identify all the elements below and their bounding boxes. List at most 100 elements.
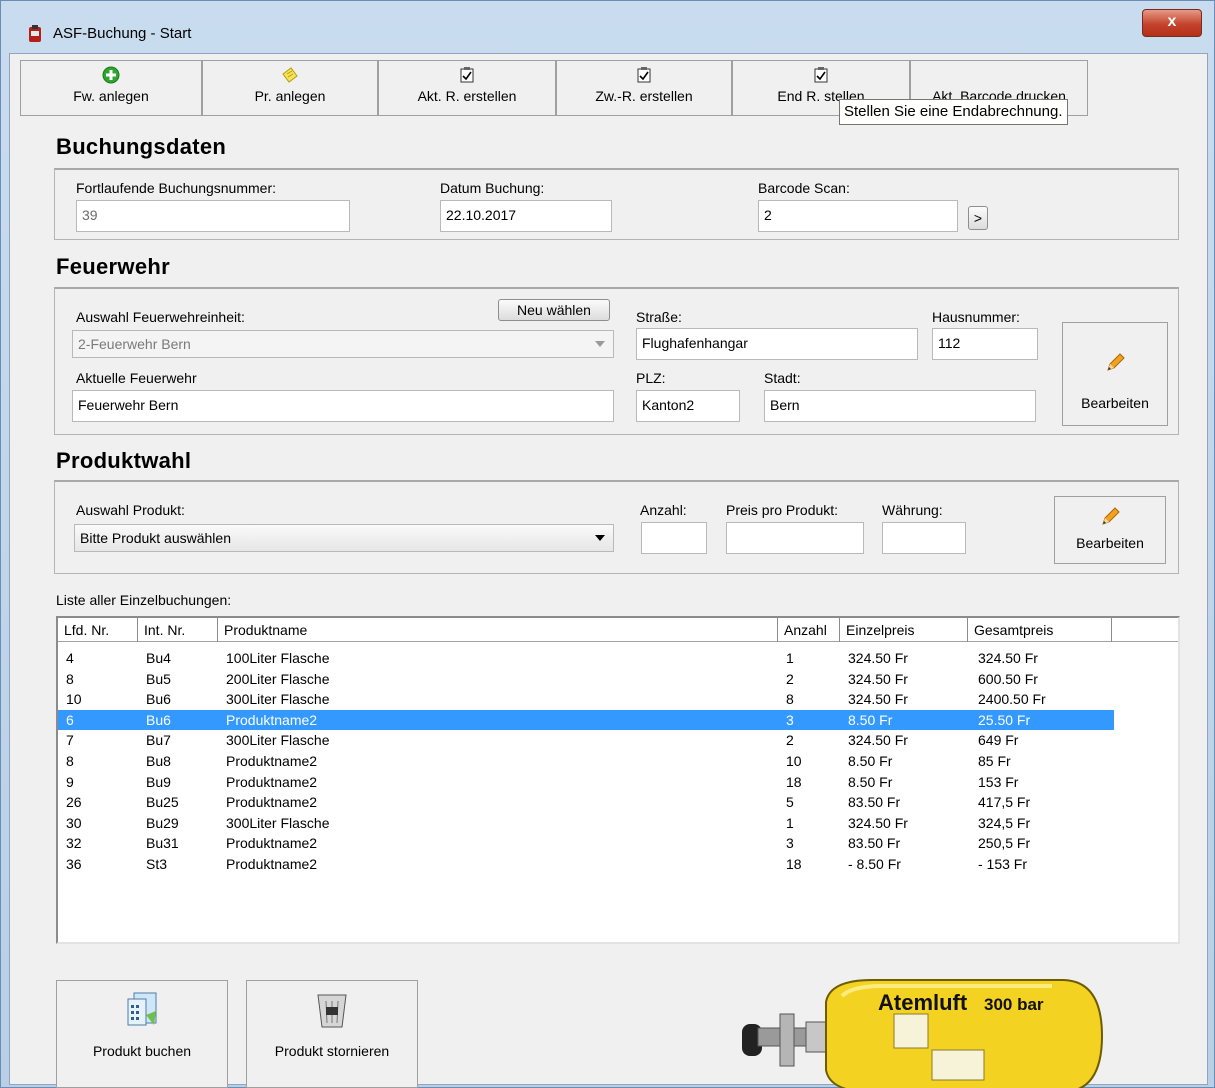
table-cell: 6 [66, 711, 74, 728]
table-cell: 26 [66, 794, 82, 811]
book-product-button[interactable]: Produkt buchen [56, 980, 228, 1088]
table-cell: Bu4 [146, 650, 171, 666]
client-area: Fw. anlegen Pr. anlegen Akt. R. erstelle… [9, 53, 1208, 1088]
table-cell: 300Liter Flasche [226, 814, 330, 831]
table-cell: 8 [66, 670, 74, 687]
cylinder-label: Atemluft [878, 990, 968, 1015]
column-header[interactable]: Anzahl [778, 618, 840, 642]
table-cell: 324.50 Fr [978, 650, 1038, 666]
column-header[interactable]: Einzelpreis [840, 618, 968, 642]
table-cell: - 8.50 Fr [848, 856, 901, 872]
cancel-product-button[interactable]: Produkt stornieren [246, 980, 418, 1088]
table-cell: Bu31 [146, 835, 179, 852]
currency-field[interactable] [882, 522, 966, 554]
reselect-fire-dept-button[interactable]: Neu wählen [498, 299, 610, 321]
booking-list[interactable]: Lfd. Nr. Int. Nr. Produktname Anzahl Ein… [56, 616, 1180, 944]
house-number-field[interactable]: 112 [932, 328, 1038, 360]
table-row[interactable]: 26 Bu25 Produktname2 5 83.50 Fr 417,5 Fr [58, 792, 1114, 813]
table-cell: 7 [66, 732, 74, 749]
section-heading-feuerwehr: Feuerwehr [56, 254, 170, 279]
tooltip: Stellen Sie eine Endabrechnung. [839, 99, 1068, 125]
barcode-scan-field[interactable]: 2 [758, 200, 958, 232]
close-icon: x [1167, 13, 1177, 30]
table-cell: 9 [66, 773, 74, 790]
table-row[interactable]: 36 St3 Produktname2 18 - 8.50 Fr - 153 Fr [58, 854, 1114, 875]
table-cell: 324.50 Fr [848, 650, 908, 666]
table-cell: Bu5 [146, 670, 171, 687]
create-current-invoice-button[interactable]: Akt. R. erstellen [378, 60, 556, 116]
column-header[interactable]: Lfd. Nr. [58, 618, 138, 642]
house-number-label: Hausnummer: [932, 309, 1020, 325]
table-cell: 250,5 Fr [978, 835, 1031, 852]
create-fire-dept-button[interactable]: Fw. anlegen [20, 60, 202, 116]
table-cell: 649 Fr [978, 732, 1019, 749]
quantity-label: Anzahl: [640, 502, 687, 518]
app-window: ASF-Buchung - Start x Fw. anlegen Pr. an… [0, 0, 1215, 1088]
table-row[interactable]: 9 Bu9 Produktname2 18 8.50 Fr 153 Fr [58, 772, 1114, 793]
window-title: ASF-Buchung - Start [53, 25, 192, 42]
column-header[interactable]: Gesamtpreis [968, 618, 1112, 642]
column-header[interactable]: Int. Nr. [138, 618, 218, 642]
column-header[interactable]: Produktname [218, 618, 778, 642]
table-row[interactable]: 7 Bu7 300Liter Flasche 2 324.50 Fr 649 Fr [58, 730, 1114, 751]
barcode-submit-button[interactable]: > [968, 206, 988, 230]
chevron-right-icon: > [973, 210, 983, 226]
table-cell: Bu8 [146, 753, 171, 769]
table-row[interactable]: 8 Bu8 Produktname2 10 8.50 Fr 85 Fr [58, 751, 1114, 772]
close-button[interactable]: x [1142, 9, 1202, 37]
current-fire-dept-field[interactable]: Feuerwehr Bern [72, 390, 614, 422]
table-cell: 300Liter Flasche [226, 691, 330, 708]
edit-fire-dept-button[interactable]: Bearbeiten [1062, 322, 1168, 426]
table-cell: 3 [786, 835, 794, 852]
table-cell: 100Liter Flasche [226, 650, 330, 666]
table-row[interactable]: 10 Bu6 300Liter Flasche 8 324.50 Fr 2400.50 F… [58, 689, 1114, 710]
quantity-field[interactable] [641, 522, 707, 554]
table-cell: Bu6 [146, 691, 171, 708]
table-cell: Produktname2 [226, 753, 318, 769]
price-label: Preis pro Produkt: [726, 502, 839, 518]
table-cell: Bu7 [146, 732, 171, 749]
edit-product-button[interactable]: Bearbeiten [1054, 496, 1166, 564]
booking-list-label: Liste aller Einzelbuchungen: [56, 592, 232, 608]
table-cell: Bu6 [146, 711, 171, 728]
fire-dept-unit-select[interactable]: 2-Feuerwehr Bern [72, 330, 614, 358]
table-cell: 417,5 Fr [978, 794, 1031, 811]
table-cell: Bu25 [146, 794, 179, 811]
booking-number-field[interactable]: 39 [76, 200, 350, 232]
booking-date-label: Datum Buchung: [440, 180, 545, 196]
table-cell: 2 [786, 670, 794, 687]
title-bar: ASF-Buchung - Start x [1, 1, 1214, 53]
table-cell: 25.50 Fr [978, 711, 1031, 728]
table-cell: 30 [66, 814, 82, 831]
table-cell: 10 [66, 691, 82, 708]
price-field[interactable] [726, 522, 864, 554]
create-product-button[interactable]: Pr. anlegen [202, 60, 378, 116]
city-field[interactable]: Bern [764, 390, 1036, 422]
plz-label: PLZ: [636, 370, 666, 386]
table-cell: Produktname2 [226, 856, 318, 872]
table-cell: 18 [786, 773, 802, 790]
table-row[interactable]: 4 Bu4 100Liter Flasche 1 324.50 Fr 324.50 Fr [58, 648, 1114, 669]
booking-date-field[interactable]: 22.10.2017 [440, 200, 612, 232]
checklist-icon [460, 67, 474, 83]
table-row[interactable]: 6 Bu6 Produktname2 3 8.50 Fr 25.50 Fr [58, 709, 1114, 731]
product-select[interactable]: Bitte Produkt auswählen [74, 524, 614, 552]
fire-dept-unit-label: Auswahl Feuerwehreinheit: [76, 309, 245, 325]
table-row[interactable]: 32 Bu31 Produktname2 3 83.50 Fr 250,5 Fr [58, 833, 1114, 854]
city-label: Stadt: [764, 370, 801, 386]
currency-label: Währung: [882, 502, 943, 518]
trash-icon [317, 994, 347, 1028]
create-interim-invoice-button[interactable]: Zw.-R. erstellen [556, 60, 732, 116]
table-cell: 2400.50 Fr [978, 691, 1046, 708]
checklist-icon [637, 67, 651, 83]
plz-field[interactable]: Kanton2 [636, 390, 740, 422]
street-field[interactable]: Flughafenhangar [636, 328, 918, 360]
pencil-icon [1107, 353, 1125, 371]
book-product-icon [127, 992, 157, 1026]
table-row[interactable]: 8 Bu5 200Liter Flasche 2 324.50 Fr 600.50 Fr [58, 669, 1114, 690]
table-row[interactable]: 30 Bu29 300Liter Flasche 1 324.50 Fr 324,5 Fr [58, 813, 1114, 834]
table-cell: 324.50 Fr [848, 670, 908, 687]
checklist-icon [814, 67, 828, 83]
table-cell: 8 [786, 691, 794, 708]
table-cell: 8.50 Fr [848, 711, 893, 728]
